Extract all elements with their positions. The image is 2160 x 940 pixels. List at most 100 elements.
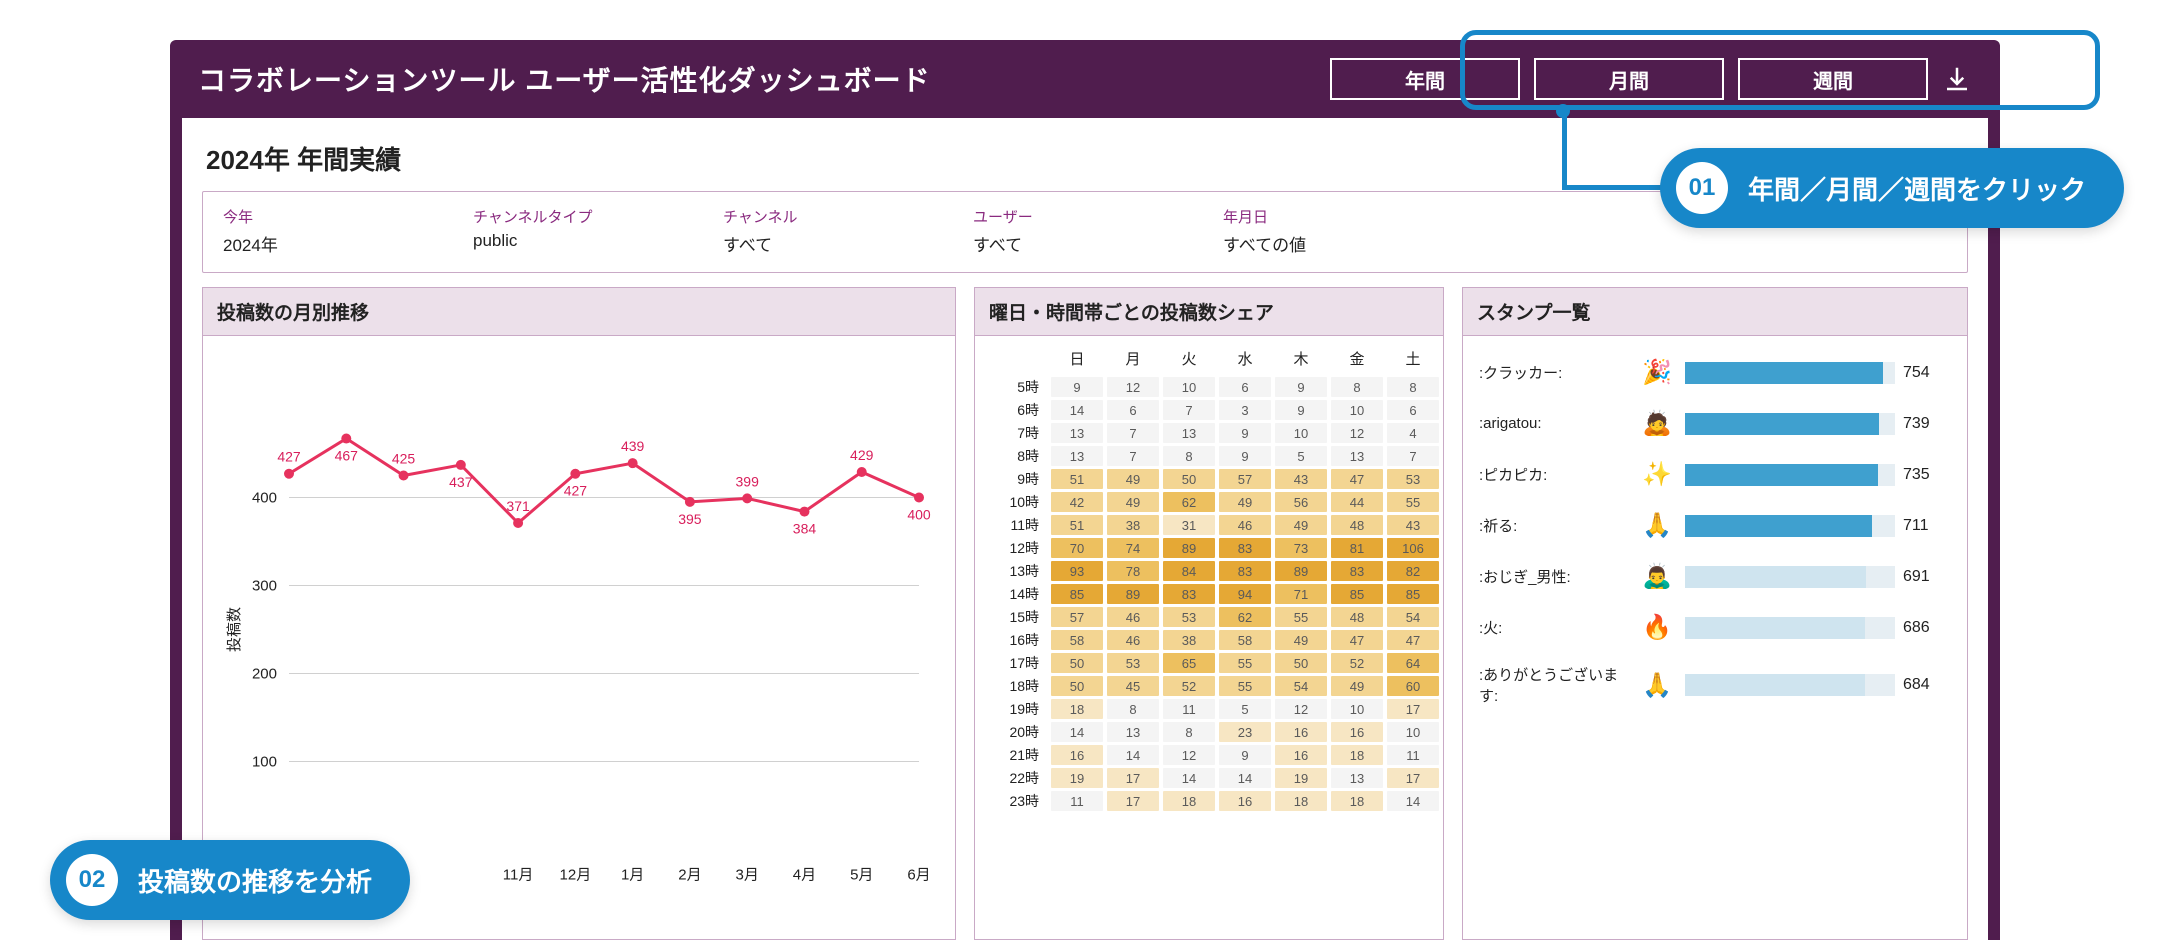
- svg-text:371: 371: [506, 498, 530, 514]
- tab-week[interactable]: 週間: [1738, 58, 1928, 100]
- heatmap-cell: 18: [1275, 791, 1327, 811]
- filter-item-1[interactable]: チャンネルタイプpublic: [473, 206, 633, 256]
- heatmap-cell: 52: [1163, 676, 1215, 696]
- heatmap-cell: 19: [1275, 768, 1327, 788]
- heatmap-cell: 57: [1051, 607, 1103, 627]
- stamp-name: :ピカピカ:: [1479, 464, 1629, 485]
- svg-text:300: 300: [252, 577, 277, 594]
- heatmap-cell: 18: [1331, 745, 1383, 765]
- svg-text:399: 399: [736, 473, 760, 489]
- heatmap-cell: 10: [1331, 400, 1383, 420]
- heatmap-cell: 47: [1387, 630, 1439, 650]
- filter-item-0[interactable]: 今年2024年: [223, 206, 383, 256]
- heatmap-cell: 16: [1331, 722, 1383, 742]
- stamp-emoji-icon: 🙏: [1637, 671, 1677, 700]
- heatmap-cell: 12: [1107, 377, 1159, 397]
- heatmap-cell: 89: [1163, 538, 1215, 558]
- callout-02: 02 投稿数の推移を分析: [50, 840, 410, 920]
- svg-text:395: 395: [678, 511, 702, 527]
- heatmap-cell: 74: [1107, 538, 1159, 558]
- filter-value: 2024年: [223, 231, 383, 256]
- svg-text:3月: 3月: [736, 867, 759, 884]
- panel-heat: 曜日・時間帯ごとの投稿数シェア 日月火水木金土5時9121069886時1467…: [974, 287, 1444, 940]
- heatmap-hour: 9時: [991, 469, 1047, 489]
- heatmap-hour: 13時: [991, 561, 1047, 581]
- heatmap-cell: 14: [1051, 722, 1103, 742]
- heatmap-cell: 10: [1163, 377, 1215, 397]
- heatmap-cell: 12: [1331, 423, 1383, 443]
- heatmap-cell: 16: [1275, 745, 1327, 765]
- stamp-bar: [1685, 674, 1895, 696]
- svg-text:400: 400: [252, 489, 277, 506]
- heatmap-cell: 48: [1331, 607, 1383, 627]
- heatmap-cell: 10: [1275, 423, 1327, 443]
- svg-text:11月: 11月: [503, 867, 534, 884]
- filter-item-3[interactable]: ユーザーすべて: [973, 206, 1133, 256]
- stamp-name: :祈る:: [1479, 515, 1629, 536]
- stamp-value: 691: [1903, 568, 1951, 586]
- heatmap-cell: 45: [1107, 676, 1159, 696]
- header-right: 年間 月間 週間: [1330, 58, 1972, 100]
- panel-heat-title: 曜日・時間帯ごとの投稿数シェア: [975, 288, 1443, 336]
- heatmap-col: 日: [1051, 348, 1103, 369]
- heatmap-cell: 51: [1051, 469, 1103, 489]
- heatmap-cell: 50: [1163, 469, 1215, 489]
- heatmap-cell: 65: [1163, 653, 1215, 673]
- heatmap-cell: 4: [1387, 423, 1439, 443]
- heatmap-cell: 49: [1107, 469, 1159, 489]
- heatmap-cell: 9: [1219, 446, 1271, 466]
- heatmap-row: 13時93788483898382: [991, 561, 1427, 581]
- filter-item-2[interactable]: チャンネルすべて: [723, 206, 883, 256]
- heatmap-hour: 10時: [991, 492, 1047, 512]
- tab-month[interactable]: 月間: [1534, 58, 1724, 100]
- heatmap-cell: 14: [1051, 400, 1103, 420]
- svg-text:439: 439: [621, 438, 645, 454]
- heatmap-cell: 55: [1219, 676, 1271, 696]
- svg-text:6月: 6月: [907, 867, 930, 884]
- heatmap-cell: 13: [1163, 423, 1215, 443]
- heatmap-cell: 82: [1387, 561, 1439, 581]
- page-title: コラボレーションツール ユーザー活性化ダッシュボード: [198, 59, 931, 99]
- stamp-value: 754: [1903, 364, 1951, 382]
- svg-text:384: 384: [793, 521, 817, 537]
- svg-text:5月: 5月: [850, 867, 873, 884]
- svg-text:427: 427: [564, 483, 588, 499]
- heatmap-cell: 13: [1331, 446, 1383, 466]
- heatmap-cell: 18: [1163, 791, 1215, 811]
- heatmap-row: 8時137895137: [991, 446, 1427, 466]
- stamp-value: 686: [1903, 619, 1951, 637]
- heatmap-row: 7時13713910124: [991, 423, 1427, 443]
- heatmap-cell: 18: [1051, 699, 1103, 719]
- heatmap-cell: 18: [1331, 791, 1383, 811]
- heatmap-cell: 17: [1107, 768, 1159, 788]
- tab-year[interactable]: 年間: [1330, 58, 1520, 100]
- heatmap-cell: 14: [1163, 768, 1215, 788]
- svg-text:429: 429: [850, 447, 874, 463]
- heatmap-cell: 81: [1331, 538, 1383, 558]
- heatmap-cell: 7: [1387, 446, 1439, 466]
- filter-label: ユーザー: [973, 206, 1133, 227]
- heatmap-row: 9時51495057434753: [991, 469, 1427, 489]
- heatmap-row: 23時11171816181814: [991, 791, 1427, 811]
- download-icon[interactable]: [1942, 64, 1972, 94]
- heatmap-cell: 55: [1387, 492, 1439, 512]
- heatmap-cell: 13: [1051, 423, 1103, 443]
- heatmap-cell: 55: [1219, 653, 1271, 673]
- svg-text:投稿数: 投稿数: [226, 607, 243, 652]
- heatmap-col: 火: [1163, 348, 1215, 369]
- heatmap-hour: 17時: [991, 653, 1047, 673]
- stamp-emoji-icon: 🙇: [1637, 409, 1677, 438]
- callout-02-num: 02: [66, 854, 118, 906]
- heatmap-cell: 9: [1219, 423, 1271, 443]
- heatmap-cell: 13: [1107, 722, 1159, 742]
- panels: 投稿数の月別推移 100200300400投稿数11月12月1月2月3月4月5月…: [202, 287, 1968, 940]
- heatmap-cell: 3: [1219, 400, 1271, 420]
- heatmap-cell: 46: [1107, 607, 1159, 627]
- heatmap-cell: 8: [1163, 446, 1215, 466]
- stamp-bar: [1685, 515, 1895, 537]
- heatmap-cell: 12: [1275, 699, 1327, 719]
- heatmap-row: 22時19171414191317: [991, 768, 1427, 788]
- heatmap-col: 水: [1219, 348, 1271, 369]
- filter-item-4[interactable]: 年月日すべての値: [1223, 206, 1383, 256]
- heatmap-cell: 57: [1219, 469, 1271, 489]
